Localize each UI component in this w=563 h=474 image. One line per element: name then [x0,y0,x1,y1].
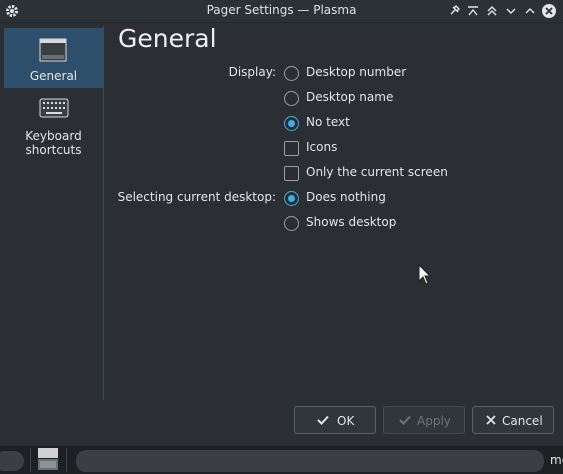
keyboard-icon [39,98,69,118]
keep-above-icon[interactable] [465,3,481,19]
radio-button[interactable] [284,66,299,81]
option-label: Only the current screen [306,165,448,179]
taskbar-separator [30,448,31,472]
display-label: Display: [228,65,276,79]
shade-icon[interactable] [484,3,500,19]
option-label: Does nothing [306,190,386,204]
page-title: General [118,24,217,53]
radio-button[interactable] [284,91,299,106]
checkmark-icon [317,415,329,425]
apply-button[interactable]: Apply [383,406,465,434]
option-label: No text [306,115,350,129]
sidebar: General Keyboard shortcuts [4,26,104,400]
radio-button-checked[interactable] [284,191,299,206]
radio-button-checked[interactable] [284,116,299,131]
taskbar-item[interactable] [0,451,24,471]
taskbar-separator [66,448,67,472]
minimize-icon[interactable] [503,3,519,19]
desktop-icon [39,38,67,62]
option-label: Shows desktop [306,215,397,229]
sidebar-item-label: Keyboard [25,129,82,143]
option-label: Icons [306,140,338,154]
option-label: Desktop name [306,90,394,104]
taskbar: me [0,446,563,474]
sidebar-item-general[interactable]: General [4,28,103,88]
ok-button-label: OK [337,414,355,428]
title-bar: Pager Settings — Plasma [0,0,563,23]
checkmark-icon [399,415,411,425]
close-icon[interactable] [541,3,557,19]
cancel-button-label: Cancel [502,414,543,428]
sidebar-item-label: shortcuts [25,143,82,157]
option-label: Desktop number [306,65,407,79]
sidebar-item-label: General [29,69,78,83]
cancel-button[interactable]: Cancel [472,406,554,434]
mouse-cursor-icon [418,264,432,285]
sidebar-item-keyboard-shortcuts[interactable]: Keyboard shortcuts [4,92,103,162]
selecting-label: Selecting current desktop: [117,190,276,204]
pager-icon[interactable] [38,448,58,470]
pin-icon[interactable] [446,3,462,19]
radio-button[interactable] [284,216,299,231]
checkbox[interactable] [284,141,299,156]
apply-button-label: Apply [417,414,451,428]
ok-button[interactable]: OK [294,406,376,434]
checkbox[interactable] [284,166,299,181]
close-icon [486,415,496,425]
maximize-icon[interactable] [522,3,538,19]
taskbar-text: me [550,453,563,467]
taskbar-task[interactable] [76,450,544,472]
